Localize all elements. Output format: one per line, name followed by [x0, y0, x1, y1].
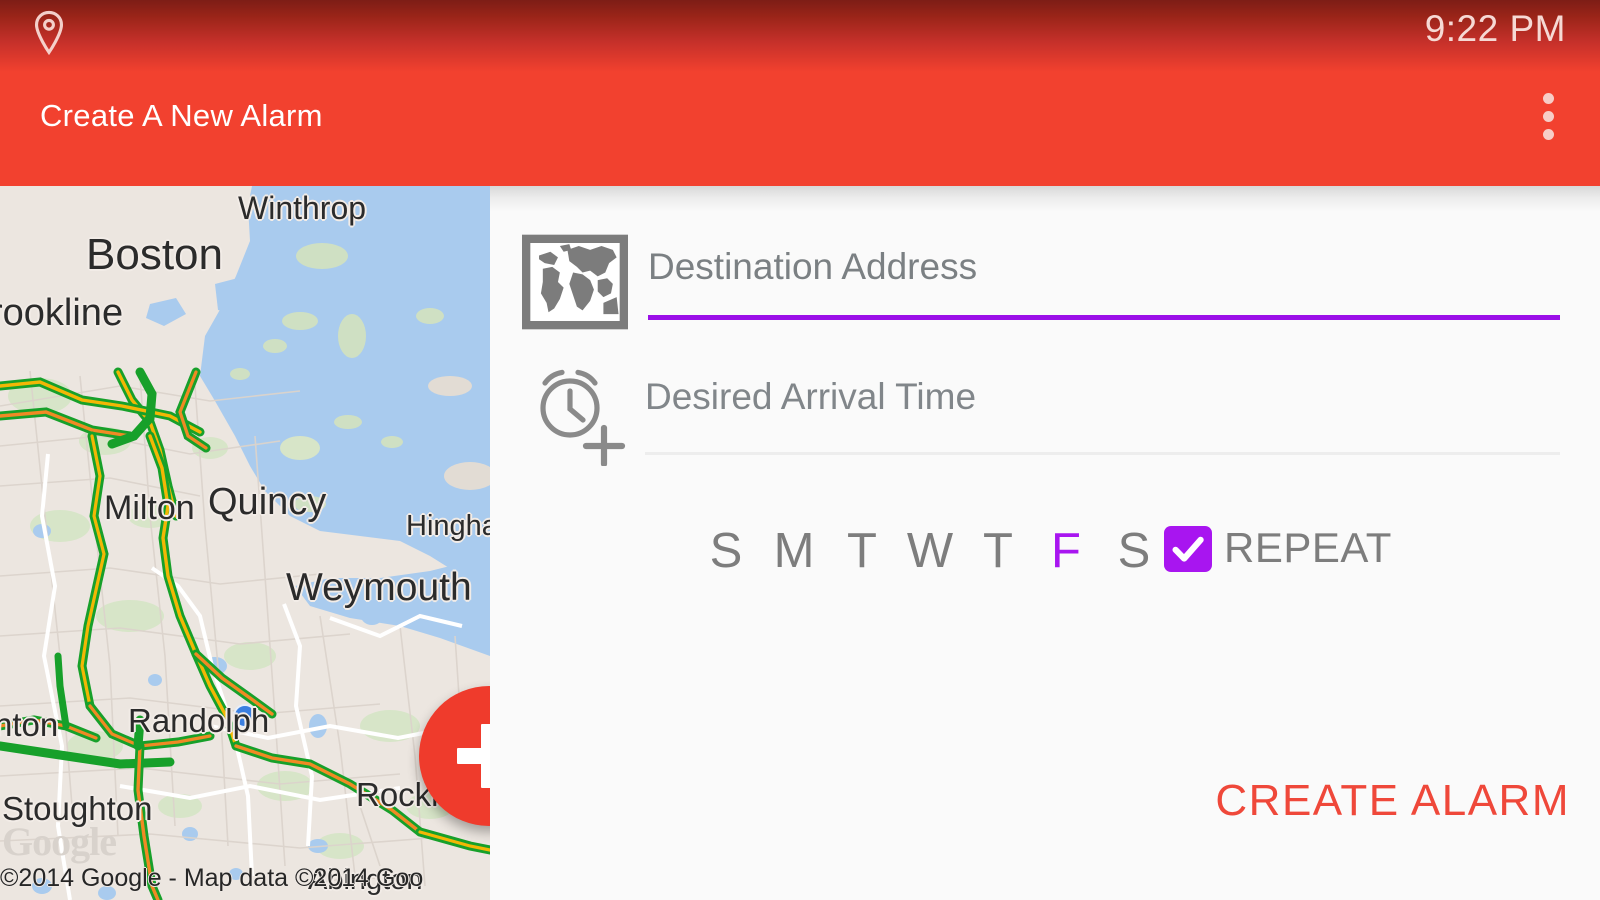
day-toggle-4[interactable]: T — [964, 516, 1032, 586]
form-pane: SMTWTFS REPEAT CREATE ALARM — [490, 186, 1600, 900]
day-toggle-6[interactable]: S — [1100, 516, 1168, 586]
day-toggle-1[interactable]: M — [760, 516, 828, 586]
day-selector: SMTWTFS — [692, 516, 1168, 586]
destination-underline — [648, 315, 1560, 320]
map-place-label: Quincy — [208, 481, 327, 523]
overflow-dot — [1543, 111, 1554, 122]
map-pane[interactable]: Winthrop Boston rookline Milton Quincy Hingha… — [0, 186, 490, 900]
map-place-label: Hingha — [406, 510, 490, 542]
overflow-dot — [1543, 129, 1554, 140]
day-toggle-5[interactable]: F — [1032, 516, 1100, 586]
destination-address-input[interactable] — [648, 236, 1560, 298]
desired-arrival-time-input[interactable] — [645, 366, 1560, 428]
arrival-time-row — [490, 358, 1600, 468]
app-root: 9:22 PM Create A New Alarm Winthrop Bost… — [0, 0, 1600, 900]
world-map-icon — [522, 234, 628, 330]
overflow-dot — [1543, 93, 1554, 104]
google-logo: Google — [2, 819, 117, 864]
destination-row — [490, 208, 1600, 333]
day-toggle-2[interactable]: T — [828, 516, 896, 586]
check-icon — [1172, 536, 1204, 562]
map-attribution: ©2014 Google - Map data ©2014 Goo — [0, 864, 424, 892]
location-pin-icon — [34, 10, 64, 56]
create-alarm-button[interactable]: CREATE ALARM — [1215, 776, 1570, 826]
status-bar-clock: 9:22 PM — [1424, 8, 1566, 49]
map-place-label: rookline — [0, 292, 124, 334]
page-title: Create A New Alarm — [40, 98, 323, 133]
app-bar: 9:22 PM Create A New Alarm — [0, 0, 1600, 186]
day-toggle-3[interactable]: W — [896, 516, 964, 586]
repeat-label: REPEAT — [1224, 524, 1392, 571]
map-place-label: Randolph — [128, 702, 270, 739]
map-place-label: Milton — [104, 489, 195, 527]
more-vertical-icon[interactable] — [1524, 86, 1572, 146]
map-place-label: Boston — [86, 230, 223, 279]
map-place-label: Weymouth — [286, 566, 472, 609]
status-bar — [0, 0, 1600, 72]
map-place-label: nton — [0, 706, 59, 743]
arrival-underline — [645, 452, 1560, 455]
alarm-add-icon — [540, 369, 626, 466]
map-place-label: Winthrop — [238, 190, 367, 226]
day-toggle-0[interactable]: S — [692, 516, 760, 586]
repeat-row: SMTWTFS REPEAT — [490, 516, 1600, 606]
repeat-checkbox[interactable] — [1164, 526, 1212, 572]
